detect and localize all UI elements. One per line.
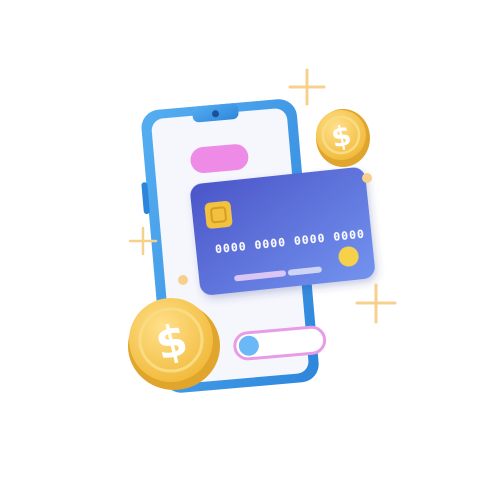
- payment-illustration: 0000 0000 0000 0000 $ $: [128, 68, 397, 393]
- coin-top: $: [316, 109, 370, 167]
- sparkle-icon: [288, 68, 326, 106]
- credit-card: 0000 0000 0000 0000: [190, 167, 375, 295]
- sparkle-icon: [355, 283, 397, 324]
- decor-dot: [178, 275, 188, 285]
- decor-dot: [362, 173, 372, 183]
- chip-icon: [204, 201, 233, 229]
